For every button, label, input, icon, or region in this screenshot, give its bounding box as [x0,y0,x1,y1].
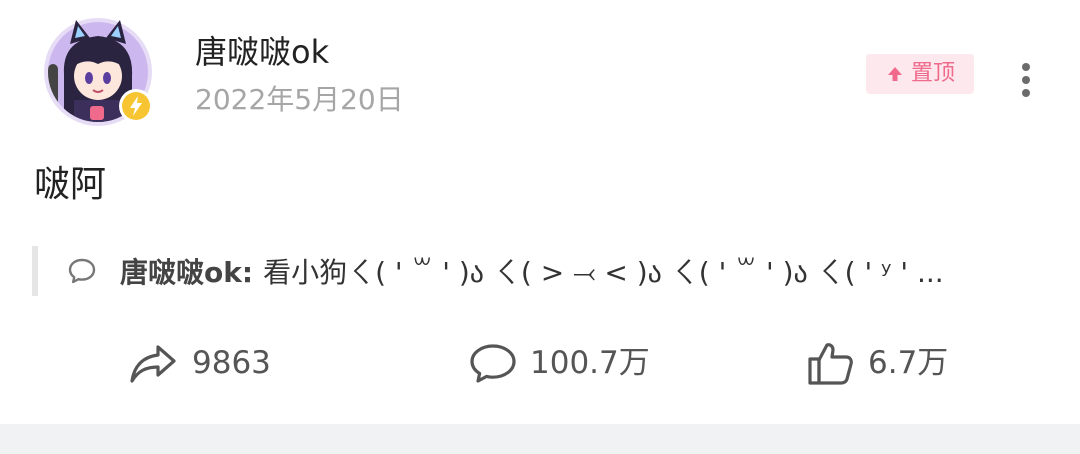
comment-icon [470,344,516,383]
post-card[interactable]: 唐啵啵ok 2022年5月20日 置顶 啵阿 唐啵啵ok: 看小狗ㄑ( ' ꒳ … [0,0,1080,424]
more-vertical-icon[interactable] [1006,58,1046,102]
list-divider [0,424,1080,454]
pinned-label: 置顶 [910,61,955,86]
post-content[interactable]: 啵阿 [34,160,106,210]
share-count: 9863 [192,345,271,381]
comment-preview[interactable]: 唐啵啵ok: 看小狗ㄑ( ' ꒳ ' )ა ㄑ( > ⤙ < )ა ㄑ( ' ꒳… [32,246,1058,296]
comment-count: 100.7万 [530,345,650,381]
share-button[interactable]: 9863 [128,336,271,390]
comment-author: 唐啵啵ok: [120,256,254,289]
share-arrow-icon [130,345,176,383]
chat-bubble-icon [68,258,96,284]
like-count: 6.7万 [868,345,949,381]
like-button[interactable]: 6.7万 [806,336,948,390]
lightning-badge-icon [119,89,153,123]
post-date: 2022年5月20日 [195,83,404,116]
comment-button[interactable]: 100.7万 [468,336,650,390]
pinned-badge: 置顶 [866,54,974,94]
arrow-up-icon [887,67,902,81]
thumbs-up-icon [808,343,853,385]
author-avatar[interactable] [40,14,156,130]
author-name[interactable]: 唐啵啵ok [195,30,329,74]
comment-text: 看小狗ㄑ( ' ꒳ ' )ა ㄑ( > ⤙ < )ა ㄑ( ' ꒳ ' )ა ㄑ… [263,256,944,289]
